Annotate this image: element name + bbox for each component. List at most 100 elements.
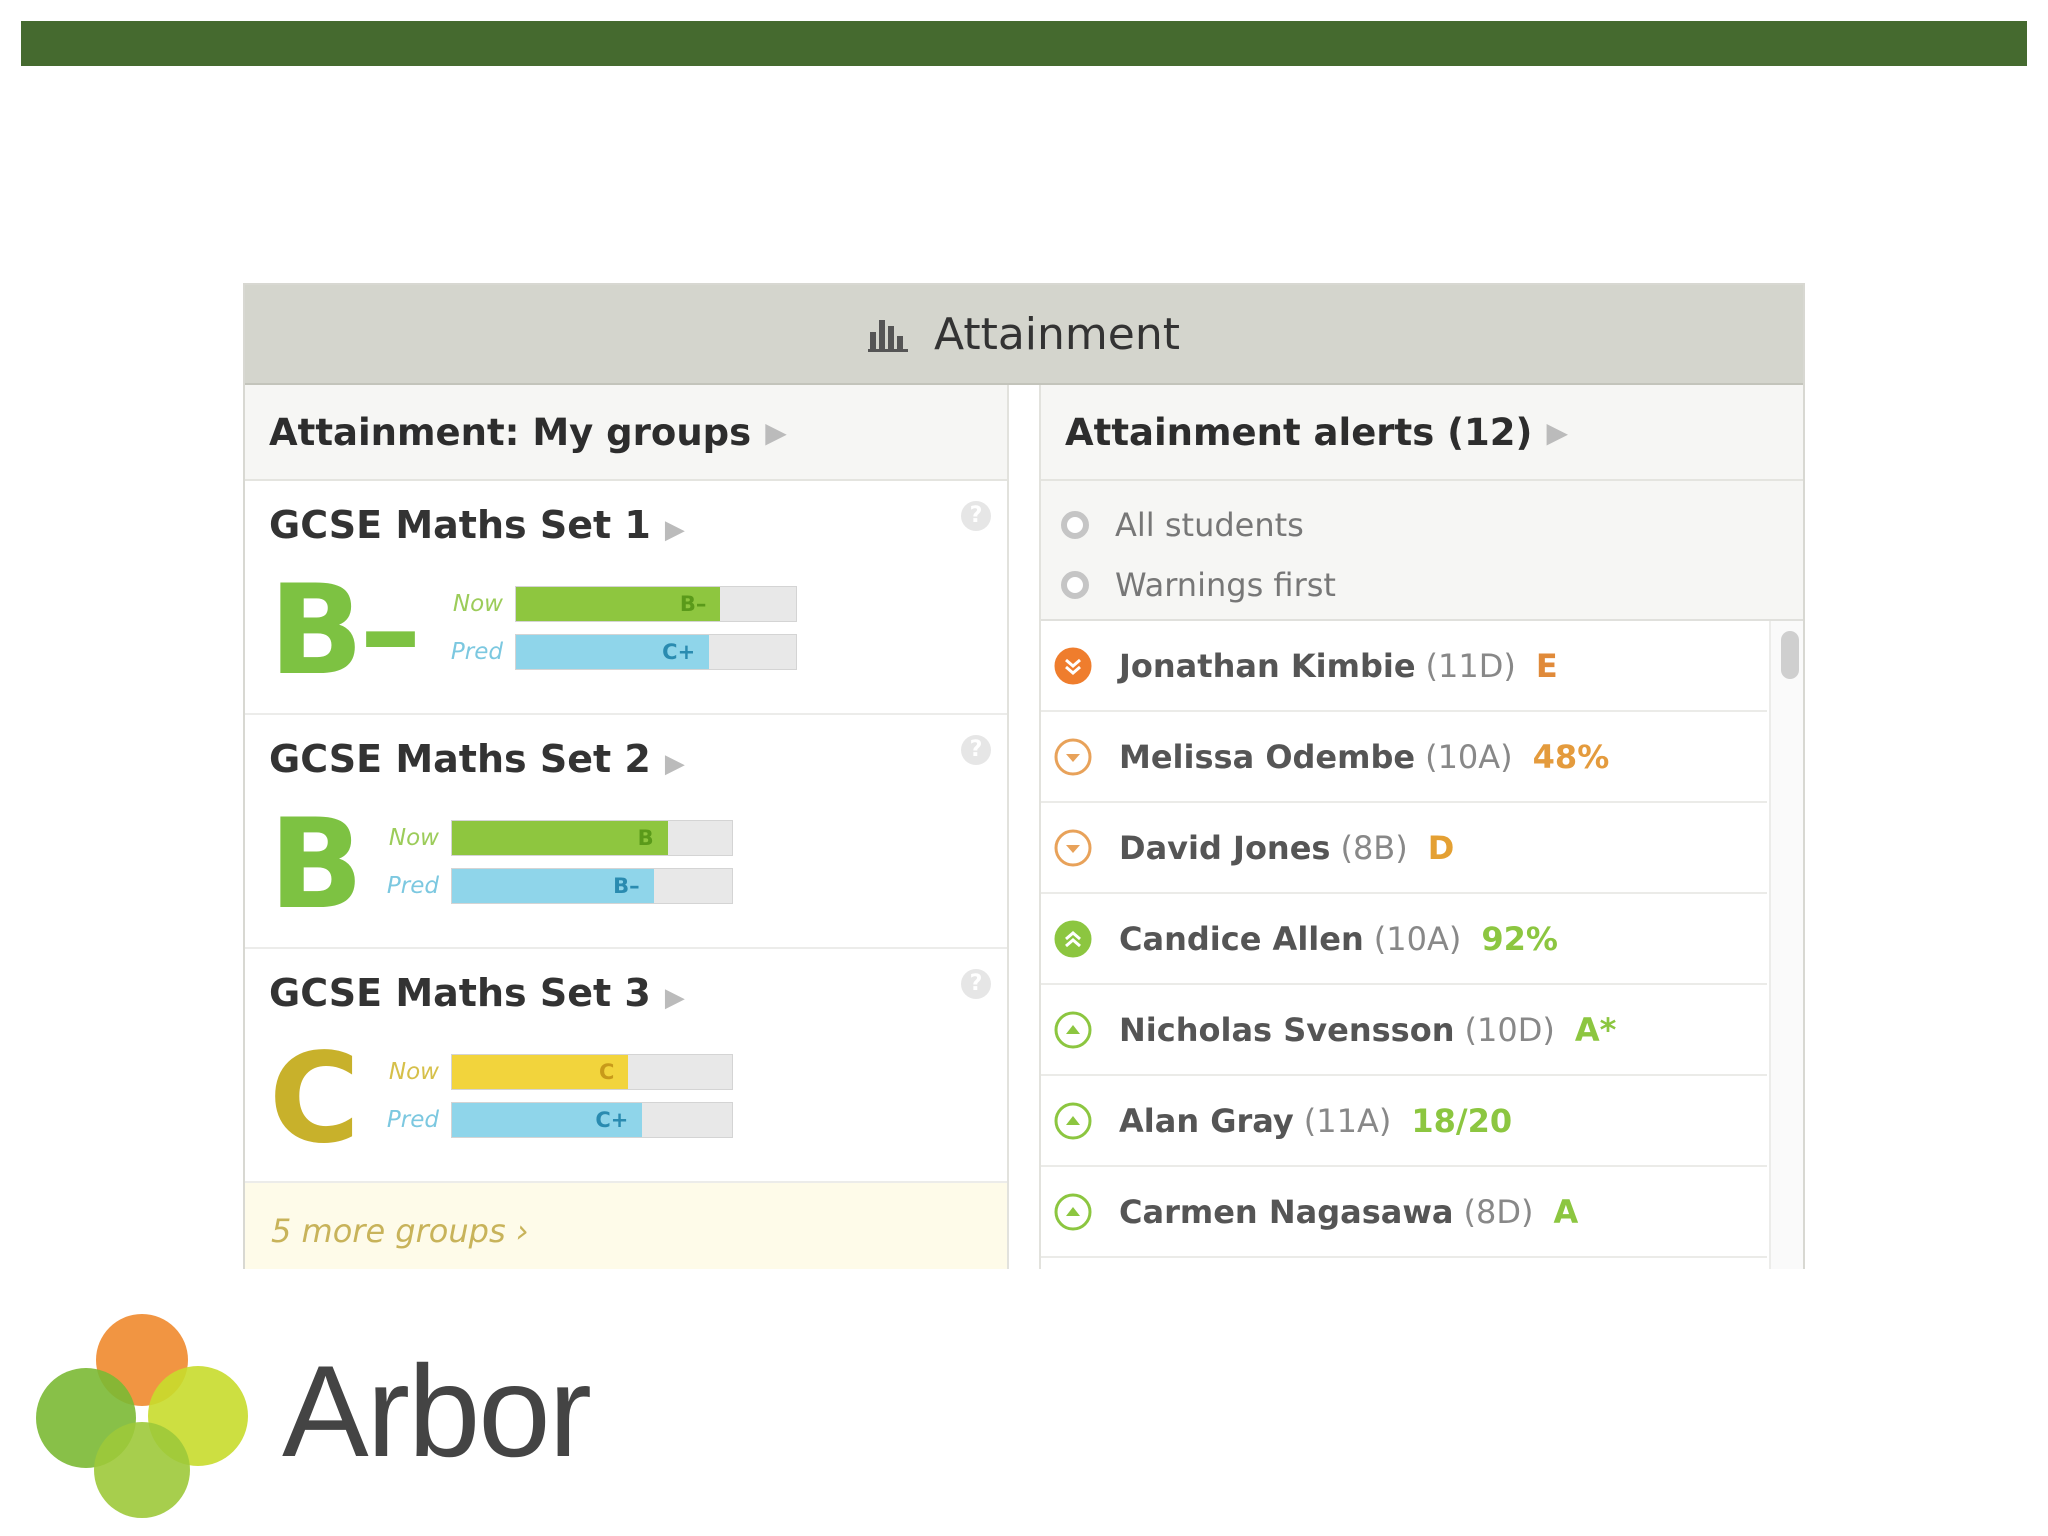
chevron-right-icon: ▶	[664, 749, 685, 779]
alert-value: 48%	[1532, 737, 1610, 776]
alert-value: A	[1553, 1192, 1579, 1231]
scrollbar[interactable]	[1769, 621, 1803, 1269]
pred-bar: B–	[451, 868, 733, 904]
brand-name: Arbor	[282, 1338, 592, 1484]
filter-label: All students	[1115, 506, 1304, 544]
alert-row[interactable]: Jonathan Kimbie (11D) E	[1041, 621, 1767, 712]
pred-label: Pred	[386, 1107, 439, 1133]
groups-list: GCSE Maths Set 1 ▶ ? B– Now B– Pred C+ GC…	[245, 481, 1007, 1183]
group-card: GCSE Maths Set 3 ▶ ? C Now C Pred C+	[245, 949, 1007, 1183]
alert-value: 18/20	[1411, 1101, 1513, 1140]
more-groups-label: 5 more groups ›	[271, 1212, 529, 1250]
up-icon	[1053, 1192, 1093, 1232]
now-bar-fill: B–	[516, 587, 721, 621]
filter-all-students[interactable]: All students	[1061, 495, 1803, 555]
help-icon[interactable]: ?	[961, 969, 991, 999]
now-bar-fill: C	[452, 1055, 629, 1089]
student-class: (11A)	[1303, 1101, 1392, 1140]
now-label: Now	[452, 591, 503, 617]
pred-label: Pred	[386, 873, 439, 899]
alert-value: E	[1535, 646, 1558, 685]
up-icon	[1053, 1010, 1093, 1050]
widget-header: Attainment	[245, 285, 1803, 385]
current-grade: B	[269, 793, 363, 937]
student-name[interactable]: Candice Allen	[1119, 920, 1364, 958]
pred-bar-row: Pred B–	[381, 867, 733, 905]
more-groups-link[interactable]: 5 more groups ›	[245, 1183, 1007, 1269]
chevron-right-icon: ▶	[664, 515, 685, 545]
alert-value: A*	[1574, 1010, 1617, 1049]
grade-bars: Now B Pred B–	[381, 819, 733, 915]
current-grade: C	[269, 1027, 360, 1171]
help-icon[interactable]: ?	[961, 735, 991, 765]
chevron-right-icon: ▶	[765, 415, 787, 449]
bar-chart-icon	[868, 316, 908, 352]
pred-label: Pred	[450, 639, 503, 665]
widget-title: Attainment	[934, 308, 1180, 360]
student-class: (8D)	[1463, 1192, 1534, 1231]
student-class: (10A)	[1425, 737, 1513, 776]
now-label: Now	[388, 825, 439, 851]
now-bar-row: Now B–	[445, 585, 797, 623]
chevron-right-icon: ▶	[664, 983, 685, 1013]
chevron-right-icon: ▶	[1546, 415, 1568, 449]
radio-button[interactable]	[1061, 511, 1089, 539]
current-grade: B–	[269, 559, 422, 703]
grade-bars: Now C Pred C+	[381, 1053, 733, 1149]
alerts-header[interactable]: Attainment alerts (12) ▶	[1041, 385, 1803, 481]
grade-bars: Now B– Pred C+	[445, 585, 797, 681]
alert-row[interactable]: David Jones (8B) D	[1041, 803, 1767, 894]
double-down-icon	[1053, 646, 1093, 686]
pred-bar-fill: C+	[452, 1103, 643, 1137]
alert-row[interactable]: Candice Allen (10A) 92%	[1041, 894, 1767, 985]
arbor-logo-icon	[36, 1314, 248, 1518]
filter-warnings-first[interactable]: Warnings first	[1061, 555, 1803, 615]
alert-row[interactable]: Melissa Odembe (10A) 48%	[1041, 712, 1767, 803]
up-icon	[1053, 1101, 1093, 1141]
student-name[interactable]: Nicholas Svensson	[1119, 1011, 1454, 1049]
pred-bar-row: Pred C+	[445, 633, 797, 671]
alert-row[interactable]: Nicholas Svensson (10D) A*	[1041, 985, 1767, 1076]
student-class: (8B)	[1340, 828, 1408, 867]
now-bar-fill: B	[452, 821, 668, 855]
student-class: (10D)	[1464, 1010, 1555, 1049]
now-label: Now	[388, 1059, 439, 1085]
alerts-list: Jonathan Kimbie (11D) E Melissa Odembe (…	[1041, 621, 1803, 1269]
alert-row[interactable]: Carmen Nagasawa (8D) A	[1041, 1167, 1767, 1258]
student-name[interactable]: Alan Gray	[1119, 1102, 1294, 1140]
alerts-title: Attainment alerts (12)	[1065, 410, 1533, 454]
student-name[interactable]: David Jones	[1119, 829, 1330, 867]
my-groups-header[interactable]: Attainment: My groups ▶	[245, 385, 1007, 481]
now-bar-row: Now C	[381, 1053, 733, 1091]
help-icon[interactable]: ?	[961, 501, 991, 531]
alert-value: D	[1427, 828, 1455, 867]
double-up-icon	[1053, 919, 1093, 959]
student-name[interactable]: Carmen Nagasawa	[1119, 1193, 1454, 1231]
student-name[interactable]: Jonathan Kimbie	[1119, 647, 1416, 685]
down-icon	[1053, 737, 1093, 777]
filter-label: Warnings first	[1115, 566, 1336, 604]
attainment-widget: Attainment Attainment: My groups ▶ GCSE …	[243, 283, 1805, 1269]
student-class: (11D)	[1425, 646, 1516, 685]
my-groups-title: Attainment: My groups	[269, 410, 752, 454]
alert-value: 92%	[1481, 919, 1558, 958]
now-bar: C	[451, 1054, 733, 1090]
student-name[interactable]: Melissa Odembe	[1119, 738, 1415, 776]
now-bar: B	[451, 820, 733, 856]
pred-bar-row: Pred C+	[381, 1101, 733, 1139]
student-class: (10A)	[1373, 919, 1462, 958]
radio-button[interactable]	[1061, 571, 1089, 599]
pred-bar-fill: B–	[452, 869, 654, 903]
down-icon	[1053, 828, 1093, 868]
pred-bar: C+	[515, 634, 797, 670]
pred-bar: C+	[451, 1102, 733, 1138]
group-title[interactable]: GCSE Maths Set 2 ▶	[269, 737, 685, 781]
pred-bar-fill: C+	[516, 635, 710, 669]
group-card: GCSE Maths Set 1 ▶ ? B– Now B– Pred C+	[245, 481, 1007, 715]
group-title[interactable]: GCSE Maths Set 3 ▶	[269, 971, 685, 1015]
group-title[interactable]: GCSE Maths Set 1 ▶	[269, 503, 685, 547]
alert-row[interactable]: Alan Gray (11A) 18/20	[1041, 1076, 1767, 1167]
scrollbar-thumb[interactable]	[1781, 631, 1799, 679]
alert-filters: All students Warnings first	[1041, 481, 1803, 621]
top-banner	[21, 21, 2027, 66]
